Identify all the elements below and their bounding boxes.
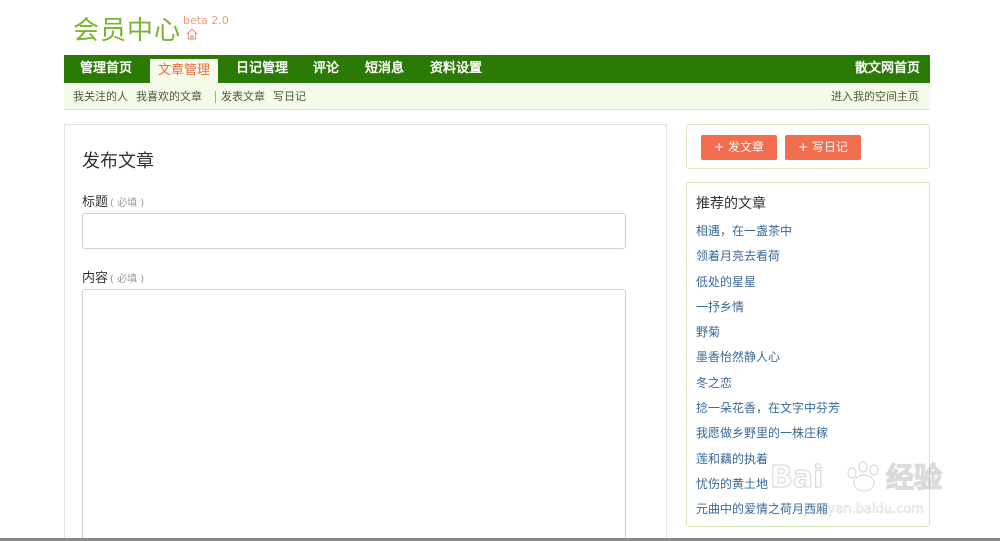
- nav-item-profile-settings[interactable]: 资料设置: [430, 55, 482, 83]
- nav-item-comments[interactable]: 评论: [313, 55, 339, 83]
- list-item[interactable]: 墨香怡然静人心: [696, 347, 840, 372]
- publish-article-button[interactable]: + 发文章: [701, 135, 777, 160]
- site-logo[interactable]: 会员中心 beta 2.0: [73, 10, 229, 46]
- recommended-title: 推荐的文章: [696, 196, 766, 212]
- title-label: 标题( 必填 ): [82, 191, 144, 210]
- list-item[interactable]: 低处的星星: [696, 272, 840, 297]
- list-item[interactable]: 野菊: [696, 322, 840, 347]
- list-item[interactable]: 相遇，在一盏茶中: [696, 221, 840, 246]
- subnav-liked-articles[interactable]: 我喜欢的文章: [136, 83, 202, 110]
- title-label-text: 标题: [82, 195, 109, 210]
- content-label: 内容( 必填 ): [82, 267, 144, 286]
- svg-text:Bai: Bai: [770, 460, 823, 495]
- nav-item-admin-home[interactable]: 管理首页: [80, 55, 132, 83]
- page-title: 发布文章: [82, 151, 154, 172]
- list-item[interactable]: 领着月亮去看荷: [696, 246, 840, 271]
- baidu-jingyan-watermark: Bai 经验 jingyan.baidu.com: [769, 459, 942, 517]
- sub-nav: 我关注的人 我喜欢的文章 发表文章 写日记 进入我的空间主页: [64, 83, 930, 110]
- list-item[interactable]: 我愿做乡野里的一株庄稼: [696, 423, 840, 448]
- main-nav: 管理首页 文章管理 日记管理 评论 短消息 资料设置 散文网首页: [64, 55, 930, 83]
- beta-label: beta 2.0: [183, 14, 229, 27]
- nav-site-home-link[interactable]: 散文网首页: [855, 55, 920, 83]
- list-item[interactable]: 一抒乡情: [696, 297, 840, 322]
- write-diary-button[interactable]: + 写日记: [785, 135, 861, 160]
- subnav-my-space-link[interactable]: 进入我的空间主页: [831, 83, 919, 110]
- title-input[interactable]: [82, 213, 626, 249]
- subnav-divider: [215, 91, 216, 103]
- title-required-hint: ( 必填 ): [110, 198, 145, 209]
- svg-text:经验: 经验: [886, 461, 942, 494]
- logo-title: 会员中心: [73, 16, 182, 46]
- svg-text:jingyan.baidu.com: jingyan.baidu.com: [803, 502, 924, 517]
- nav-item-article-manage[interactable]: 文章管理: [150, 59, 219, 83]
- house-icon: [186, 28, 198, 40]
- list-item[interactable]: 冬之恋: [696, 373, 840, 398]
- publish-article-panel: 发布文章 标题( 必填 ) 内容( 必填 ): [64, 124, 667, 541]
- subnav-following[interactable]: 我关注的人: [73, 83, 128, 110]
- nav-item-messages[interactable]: 短消息: [365, 55, 404, 83]
- list-item[interactable]: 捻一朵花香，在文字中芬芳: [696, 398, 840, 423]
- subnav-write-diary[interactable]: 写日记: [273, 83, 306, 110]
- content-label-text: 内容: [82, 271, 109, 286]
- content-textarea[interactable]: [82, 289, 626, 541]
- nav-item-diary-manage[interactable]: 日记管理: [236, 55, 288, 83]
- content-required-hint: ( 必填 ): [110, 274, 145, 285]
- subnav-publish-article[interactable]: 发表文章: [221, 83, 265, 110]
- action-box: + 发文章 + 写日记: [686, 124, 930, 169]
